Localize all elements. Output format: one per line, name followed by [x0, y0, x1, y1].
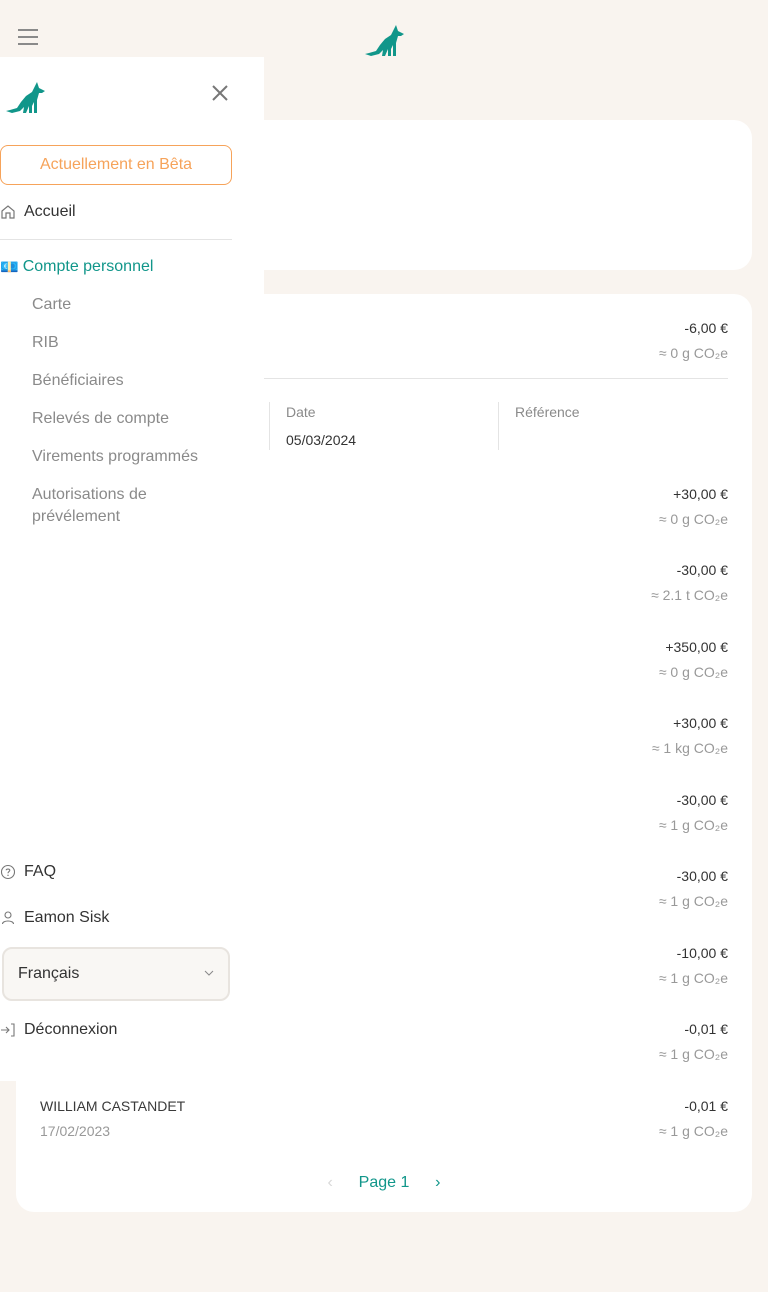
transaction-amount: -30,00 € [676, 792, 728, 808]
sidebar-item-logout[interactable]: Déconnexion [0, 1021, 117, 1039]
sidebar-item-label: Eamon Sisk [24, 909, 110, 926]
transaction-amount: -10,00 € [676, 945, 728, 961]
sidebar-item-user[interactable]: Eamon Sisk [0, 909, 109, 927]
sidebar-item-label: Accueil [24, 203, 76, 220]
transaction-co2: ≈ 1 g CO₂e [658, 1123, 728, 1139]
logout-icon [1, 1023, 15, 1037]
transaction-co2: ≈ 0 g CO₂e [658, 345, 728, 361]
transaction-amount: +30,00 € [673, 486, 728, 502]
hamburger-icon[interactable] [18, 29, 38, 45]
sidebar-subitem-direct-debit[interactable]: Autorisations de prévélement [32, 484, 192, 528]
transaction-amount: -30,00 € [676, 868, 728, 884]
chevron-right-icon[interactable]: › [428, 1174, 448, 1192]
user-icon [1, 911, 15, 925]
transaction-co2: ≈ 1 g CO₂e [658, 970, 728, 986]
euro-banknote-icon: 💶 [0, 259, 19, 276]
sidebar-drawer: Actuellement en Bêta Accueil 💶 Compte pe… [0, 57, 264, 1081]
transaction-amount: -6,00 € [684, 320, 728, 336]
sidebar-subitem-scheduled-transfers[interactable]: Virements programmés [32, 446, 222, 468]
pagination: ‹ Page 1 › [16, 1174, 752, 1196]
divider [0, 239, 232, 240]
sidebar-item-label: FAQ [24, 863, 57, 880]
sidebar-subitem-statements[interactable]: Relevés de compte [32, 408, 222, 430]
fox-logo-icon[interactable] [363, 23, 407, 57]
close-icon[interactable] [210, 83, 230, 103]
transaction-amount: +30,00 € [673, 715, 728, 731]
transaction-amount: +350,00 € [665, 639, 728, 655]
transaction-name: WILLIAM CASTANDET [40, 1098, 186, 1114]
language-selected: Français [18, 965, 80, 982]
language-select[interactable]: Français [2, 947, 230, 1001]
help-circle-icon [0, 864, 16, 880]
sidebar-subitem-beneficiaries[interactable]: Bénéficiaires [32, 370, 222, 392]
sidebar-subitem-rib[interactable]: RIB [32, 332, 222, 354]
detail-date-label: Date [286, 404, 316, 420]
sidebar-item-label: Compte personnel [22, 258, 154, 275]
transaction-date: 17/02/2023 [40, 1123, 111, 1139]
detail-date-value: 05/03/2024 [286, 432, 357, 448]
transaction-amount: -30,00 € [676, 562, 728, 578]
transaction-co2: ≈ 0 g CO₂e [658, 511, 728, 527]
sidebar-item-faq[interactable]: FAQ [0, 863, 56, 881]
transaction-amount: -0,01 € [684, 1021, 728, 1037]
transaction-co2: ≈ 1 g CO₂e [658, 893, 728, 909]
transaction-co2: ≈ 1 g CO₂e [658, 817, 728, 833]
transaction-co2: ≈ 1 kg CO₂e [651, 740, 728, 756]
detail-reference: Référence [498, 402, 728, 450]
page-label: Page 1 [358, 1174, 410, 1191]
transaction-row[interactable]: WILLIAM CASTANDET 17/02/2023 -0,01 € ≈ 1… [40, 1098, 728, 1158]
sidebar-item-label: Déconnexion [24, 1021, 118, 1038]
chevron-left-icon[interactable]: ‹ [320, 1174, 340, 1192]
detail-reference-label: Référence [515, 404, 580, 420]
transaction-co2: ≈ 0 g CO₂e [658, 664, 728, 680]
home-icon [1, 205, 15, 219]
sidebar-subitem-card[interactable]: Carte [32, 294, 222, 316]
fox-logo-icon[interactable] [4, 80, 48, 114]
sidebar-item-home[interactable]: Accueil [0, 203, 76, 221]
transaction-amount: -0,01 € [684, 1098, 728, 1114]
transaction-co2: ≈ 2.1 t CO₂e [651, 587, 728, 603]
transaction-co2: ≈ 1 g CO₂e [658, 1046, 728, 1062]
detail-date: Date 05/03/2024 [269, 402, 498, 450]
sidebar-item-personal-account[interactable]: 💶 Compte personnel [0, 258, 153, 276]
chevron-down-icon [204, 970, 214, 976]
beta-badge-button[interactable]: Actuellement en Bêta [0, 145, 232, 185]
